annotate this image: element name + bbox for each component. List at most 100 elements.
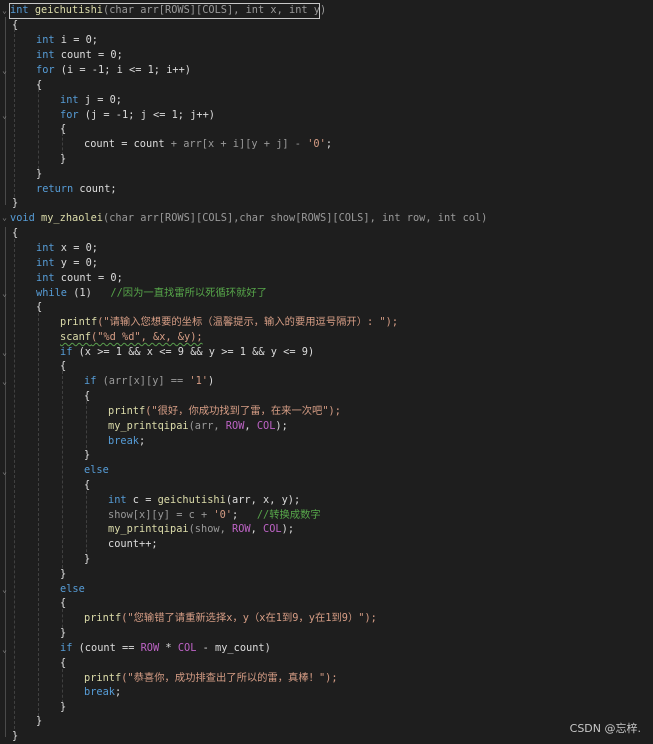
code-line[interactable]: if (count == ROW * COL - my_count) <box>0 641 653 656</box>
code-line[interactable]: int y = 0; <box>0 256 653 271</box>
code-line[interactable]: my_printqipai(arr, ROW, COL); <box>0 419 653 434</box>
code-line[interactable]: for (j = -1; j <= 1; j++) <box>0 108 653 123</box>
brace: } <box>84 449 91 461</box>
brace: } <box>60 153 67 165</box>
code-line[interactable]: } <box>0 626 653 641</box>
code-line[interactable]: { <box>0 389 653 404</box>
keyword-token: while <box>36 287 67 299</box>
code-text: c = <box>126 494 158 506</box>
code-text: ; <box>115 686 122 698</box>
code-line[interactable]: { <box>0 300 653 315</box>
code-line[interactable]: { <box>0 478 653 493</box>
code-line[interactable]: void my_zhaolei(char arr[ROWS][COLS],cha… <box>0 211 653 226</box>
code-text: count; <box>73 183 117 195</box>
keyword-token: if <box>84 375 97 387</box>
code-text: (i = -1; i <= 1; i++) <box>54 64 191 76</box>
code-text: (arr, <box>188 420 226 432</box>
code-line[interactable]: { <box>0 359 653 374</box>
code-line[interactable]: } <box>0 167 653 182</box>
brace: { <box>12 19 19 31</box>
code-line[interactable]: { <box>0 122 653 137</box>
brace: } <box>12 730 19 742</box>
code-line[interactable]: break; <box>0 434 653 449</box>
code-line[interactable]: } <box>0 448 653 463</box>
macro-token: ROW <box>232 523 251 535</box>
code-line[interactable]: { <box>0 78 653 93</box>
macro-token: ROW <box>140 642 160 654</box>
macro-token: ROW <box>225 420 245 432</box>
code-line[interactable]: return count; <box>0 182 653 197</box>
code-line[interactable]: printf("恭喜你，成功排查出了所以的雷，真棒！"); <box>0 671 653 686</box>
keyword-token: return <box>36 183 74 195</box>
code-line[interactable]: my_printqipai(show, ROW, COL); <box>0 522 653 537</box>
function-call: scanf <box>60 331 91 343</box>
string-literal: ("很好，你成功找到了雷，在来一次吧"); <box>145 405 341 417</box>
code-line[interactable]: } <box>0 567 653 582</box>
brace: { <box>84 390 91 402</box>
code-line[interactable]: int j = 0; <box>0 93 653 108</box>
keyword-token: int <box>36 257 55 269</box>
code-line[interactable]: scanf("%d %d", &x, &y); <box>0 330 653 345</box>
code-line[interactable]: int count = 0; <box>0 271 653 286</box>
code-line[interactable]: } <box>0 714 653 729</box>
code-line[interactable]: { <box>0 18 653 33</box>
brace: { <box>60 360 67 372</box>
code-line[interactable]: } <box>0 729 653 744</box>
brace: { <box>12 227 19 239</box>
keyword-token: void <box>10 212 35 224</box>
code-line[interactable]: show[x][y] = c + '0'; //转换成数字 <box>0 508 653 523</box>
function-call: printf <box>84 612 122 624</box>
code-line[interactable]: } <box>0 152 653 167</box>
string-literal: '0' <box>307 138 326 150</box>
code-line[interactable]: for (i = -1; i <= 1; i++) <box>0 63 653 78</box>
code-line[interactable]: else <box>0 582 653 597</box>
code-line[interactable]: int count = 0; <box>0 48 653 63</box>
code-text: * <box>159 642 178 654</box>
code-line[interactable]: { <box>0 596 653 611</box>
code-line[interactable]: printf("请输入您想要的坐标（温馨提示，输入的要用逗号隔开）: "); <box>0 315 653 330</box>
code-text: j = 0; <box>78 94 123 106</box>
code-line[interactable]: break; <box>0 685 653 700</box>
code-line[interactable]: int i = 0; <box>0 33 653 48</box>
code-line[interactable]: printf("很好，你成功找到了雷，在来一次吧"); <box>0 404 653 419</box>
code-text: ) <box>208 375 215 387</box>
string-literal: ("您输错了请重新选择x，y（x在1到9，y在1到9）"); <box>121 612 377 624</box>
function-call: my_printqipai <box>108 420 189 432</box>
brace: } <box>36 168 43 180</box>
code-line[interactable]: } <box>0 700 653 715</box>
function-call: my_printqipai <box>108 523 189 535</box>
macro-token: COL <box>256 420 276 432</box>
string-literal: ("请输入您想要的坐标（温馨提示，输入的要用逗号隔开）: "); <box>97 316 399 328</box>
code-line[interactable]: count++; <box>0 537 653 552</box>
code-line[interactable]: { <box>0 656 653 671</box>
function-call: printf <box>84 672 122 684</box>
parameter-list: (char arr[ROWS][COLS],char show[ROWS][CO… <box>103 212 488 224</box>
code-line[interactable]: while (1) //因为一直找雷所以死循环就好了 <box>0 286 653 301</box>
code-text: , <box>250 523 264 535</box>
string-literal: ("%d %d", &x, &y); <box>91 331 203 343</box>
code-text: (1) <box>67 287 111 299</box>
code-line[interactable]: int c = geichutishi(arr, x, y); <box>0 493 653 508</box>
macro-token: COL <box>177 642 197 654</box>
string-literal: '0' <box>213 509 232 521</box>
macro-token: COL <box>263 523 282 535</box>
code-editor[interactable]: ⌄ ⌄ ⌄ ⌄ ⌄ ⌄ ⌄ ⌄ ⌄ ⌄ int geichutishi(char… <box>0 0 653 744</box>
code-line[interactable]: count = count + arr[x + i][y + j] - '0'; <box>0 137 653 152</box>
brace: } <box>60 627 67 639</box>
brace: { <box>84 479 91 491</box>
code-line[interactable]: int x = 0; <box>0 241 653 256</box>
code-text: (count == <box>72 642 141 654</box>
code-line[interactable]: { <box>0 226 653 241</box>
code-line[interactable]: else <box>0 463 653 478</box>
keyword-token: for <box>36 64 55 76</box>
code-text: x = 0; <box>54 242 99 254</box>
code-line[interactable]: if (arr[x][y] == '1') <box>0 374 653 389</box>
code-line[interactable]: if (x >= 1 && x <= 9 && y >= 1 && y <= 9… <box>0 345 653 360</box>
keyword-token: int <box>36 242 55 254</box>
code-line[interactable]: printf("您输错了请重新选择x，y（x在1到9，y在1到9）"); <box>0 611 653 626</box>
code-line[interactable]: } <box>0 552 653 567</box>
code-text: + arr[x + i][y + j] - <box>164 138 308 150</box>
code-line[interactable]: } <box>0 196 653 211</box>
keyword-token: break <box>108 435 139 447</box>
code-text: - my_count) <box>196 642 271 654</box>
